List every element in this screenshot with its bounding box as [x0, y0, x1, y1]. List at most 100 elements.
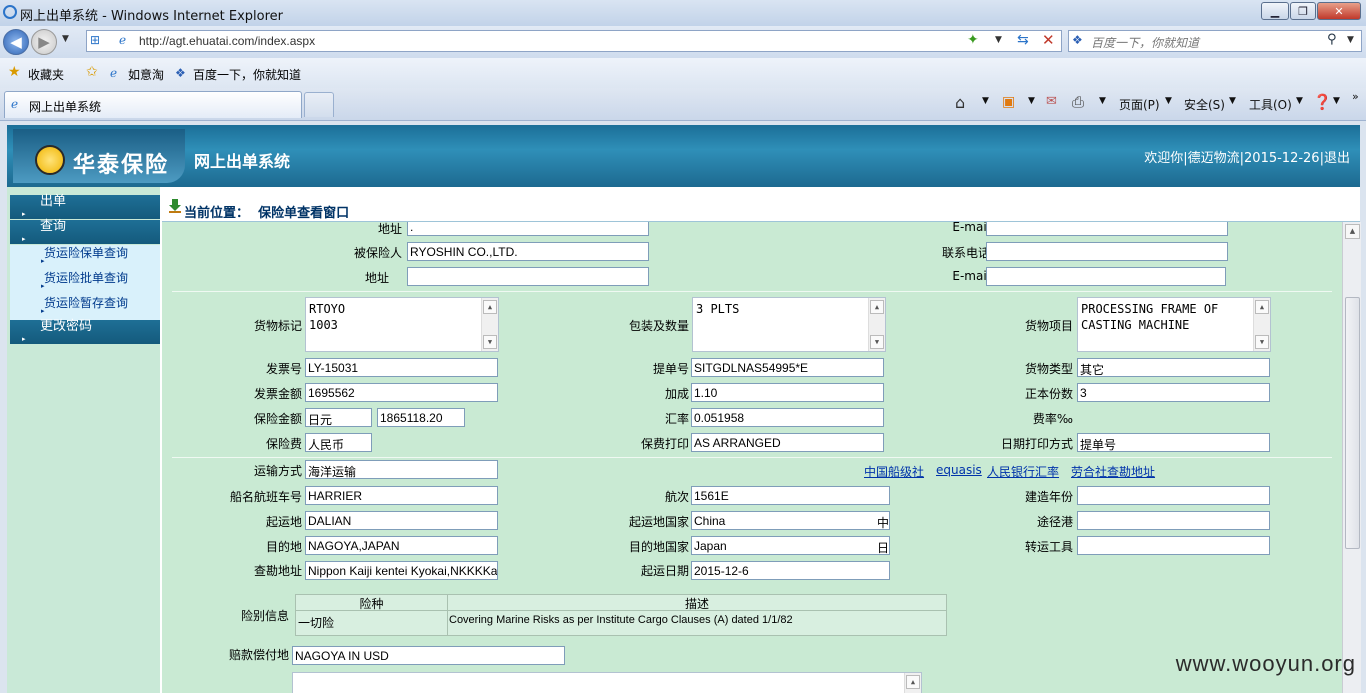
email-field[interactable] [986, 267, 1226, 286]
invoice-amount-field[interactable]: 1695562 [305, 383, 498, 402]
premium-print-field[interactable]: AS ARRANGED [691, 433, 884, 452]
page-menu[interactable]: 页面(P) [1119, 96, 1160, 113]
refresh-icon[interactable]: ⇆ [1017, 32, 1029, 48]
stop-icon[interactable]: ✕ [1042, 31, 1055, 49]
origin-country-field[interactable]: China 中 [691, 511, 890, 530]
link-pboc-rate[interactable]: 人民银行汇率 [987, 463, 1059, 480]
feeds-icon[interactable]: ▣ [1002, 94, 1015, 110]
favorites-star-icon[interactable]: ★ [8, 64, 21, 80]
marks-textarea[interactable]: RTOYO 1003 ▲ ▼ [305, 297, 499, 352]
dest-country-field[interactable]: Japan 日 [691, 536, 890, 555]
invoice-no-field[interactable]: LY-15031 [305, 358, 498, 377]
survey-field[interactable]: Nippon Kaiji kentei Kyokai,NKKKKa [305, 561, 498, 580]
built-year-field[interactable] [1077, 486, 1270, 505]
minimize-button[interactable]: ▁ [1261, 2, 1289, 20]
scroll-down-icon[interactable]: ▼ [483, 335, 497, 349]
page-scrollbar[interactable]: ▲ [1342, 222, 1361, 693]
fav-item-baidu[interactable]: 百度一下，你就知道 [193, 66, 301, 83]
back-button[interactable]: ◀ [3, 29, 29, 55]
scroll-up-icon[interactable]: ▲ [1255, 300, 1269, 314]
remarks-textarea[interactable]: ▲ [292, 672, 922, 693]
tools-menu-arrow-icon[interactable]: ▼ [1296, 96, 1303, 106]
url-dropdown-icon[interactable]: ▼ [995, 35, 1002, 45]
insured-amount-field[interactable]: 1865118.20 [377, 408, 465, 427]
link-lloyds-survey[interactable]: 劳合社查勘地址 [1071, 463, 1155, 480]
packing-textarea[interactable]: 3 PLTS ▲ ▼ [692, 297, 886, 352]
maximize-button[interactable]: ❐ [1290, 2, 1316, 20]
scroll-down-icon[interactable]: ▼ [870, 335, 884, 349]
goods-textarea[interactable]: PROCESSING FRAME OF CASTING MACHINE ▲ ▼ [1077, 297, 1271, 352]
home-icon[interactable]: ⌂ [955, 93, 965, 112]
bl-field[interactable]: SITGDLNAS54995*E [691, 358, 884, 377]
page-menu-arrow-icon[interactable]: ▼ [1165, 96, 1172, 106]
menu-query[interactable]: ▸ 查询 [10, 220, 160, 244]
via-field[interactable] [1077, 511, 1270, 530]
search-box[interactable]: ❖ 百度一下，你就知道 ⚲ ▼ [1068, 30, 1362, 52]
goods-scrollbar[interactable]: ▲ ▼ [1253, 298, 1270, 351]
insured-currency-field[interactable]: 日元 [305, 408, 372, 427]
home-dropdown-icon[interactable]: ▼ [982, 96, 989, 106]
search-icon[interactable]: ⚲ [1327, 32, 1337, 47]
scroll-up-icon[interactable]: ▲ [483, 300, 497, 314]
feeds-dropdown-icon[interactable]: ▼ [1028, 96, 1035, 106]
scroll-up-icon[interactable]: ▲ [906, 675, 920, 689]
vessel-field[interactable]: HARRIER [305, 486, 498, 505]
menu-change-password[interactable]: ▸ 更改密码 [10, 320, 160, 344]
compat-icon[interactable]: ✦ [967, 32, 979, 48]
dest-field[interactable]: NAGOYA,JAPAN [305, 536, 498, 555]
search-dropdown-icon[interactable]: ▼ [1347, 35, 1354, 45]
scroll-up-icon[interactable]: ▲ [1345, 224, 1360, 239]
origin-field[interactable]: DALIAN [305, 511, 498, 530]
phone-field[interactable] [986, 242, 1228, 261]
rate-field[interactable]: 0.051958 [691, 408, 884, 427]
recent-pages-icon[interactable]: ▼ [62, 34, 69, 44]
claim-field[interactable]: NAGOYA IN USD [292, 646, 565, 665]
insured-field[interactable]: RYOSHIN CO.,LTD. [407, 242, 649, 261]
markup-field[interactable]: 1.10 [691, 383, 884, 402]
packing-scrollbar[interactable]: ▲ ▼ [868, 298, 885, 351]
close-button[interactable]: ✕ [1317, 2, 1361, 20]
logout-link[interactable]: 退出 [1324, 151, 1350, 166]
cargo-type-field[interactable]: 其它 [1077, 358, 1270, 377]
remarks-scrollbar[interactable]: ▲ [904, 673, 921, 693]
address-field[interactable] [407, 267, 649, 286]
departure-field[interactable]: 2015-12-6 [691, 561, 890, 580]
top-address-field[interactable]: . [407, 222, 649, 236]
scroll-thumb[interactable] [1345, 297, 1360, 549]
scroll-down-icon[interactable]: ▼ [1255, 335, 1269, 349]
help-icon[interactable]: ❓ [1313, 93, 1332, 111]
premium-currency-field[interactable]: 人民币 [305, 433, 372, 452]
fav-item-ruyitao[interactable]: 如意淘 [128, 66, 164, 83]
submenu-draft-query[interactable]: ▸ 货运险暂存查询 [10, 295, 160, 320]
safety-menu[interactable]: 安全(S) [1184, 96, 1225, 113]
favorites-label[interactable]: 收藏夹 [28, 66, 64, 83]
print-icon[interactable]: ⎙ [1072, 93, 1084, 111]
marks-scrollbar[interactable]: ▲ ▼ [481, 298, 498, 351]
date-print-field[interactable]: 提单号 [1077, 433, 1270, 452]
scroll-up-icon[interactable]: ▲ [870, 300, 884, 314]
url-box[interactable]: ⊞ ℯ http://agt.ehuatai.com/index.aspx ✦ … [86, 30, 1062, 52]
link-ccs[interactable]: 中国船级社 [864, 463, 924, 480]
top-email-field[interactable] [986, 222, 1228, 236]
print-dropdown-icon[interactable]: ▼ [1099, 96, 1106, 106]
originals-field[interactable]: 3 [1077, 383, 1270, 402]
submenu-endorsement-query[interactable]: ▸ 货运险批单查询 [10, 270, 160, 295]
forward-button[interactable]: ▶ [31, 29, 57, 55]
help-dropdown-icon[interactable]: ▼ [1333, 96, 1340, 106]
mail-icon[interactable]: ✉ [1046, 94, 1057, 109]
submenu-policy-query[interactable]: ▸ 货运险保单查询 [10, 245, 160, 270]
tab-label[interactable]: 网上出单系统 [29, 98, 101, 115]
safety-menu-arrow-icon[interactable]: ▼ [1229, 96, 1236, 106]
link-equasis[interactable]: equasis [936, 463, 982, 477]
url-text[interactable]: http://agt.ehuatai.com/index.aspx [139, 34, 315, 48]
tools-menu[interactable]: 工具(O) [1249, 96, 1292, 113]
add-favorite-icon[interactable]: ✩ [86, 64, 98, 80]
more-commands-icon[interactable]: » [1352, 90, 1359, 103]
tab-active[interactable]: ℯ 网上出单系统 [4, 91, 302, 118]
menu-issue[interactable]: ▸ 出单 [10, 195, 160, 219]
transship-field[interactable] [1077, 536, 1270, 555]
search-placeholder[interactable]: 百度一下，你就知道 [1091, 34, 1199, 51]
voyage-field[interactable]: 1561E [691, 486, 890, 505]
new-tab-button[interactable] [304, 92, 334, 117]
add-tab-icon[interactable]: ⊞ [90, 33, 100, 47]
